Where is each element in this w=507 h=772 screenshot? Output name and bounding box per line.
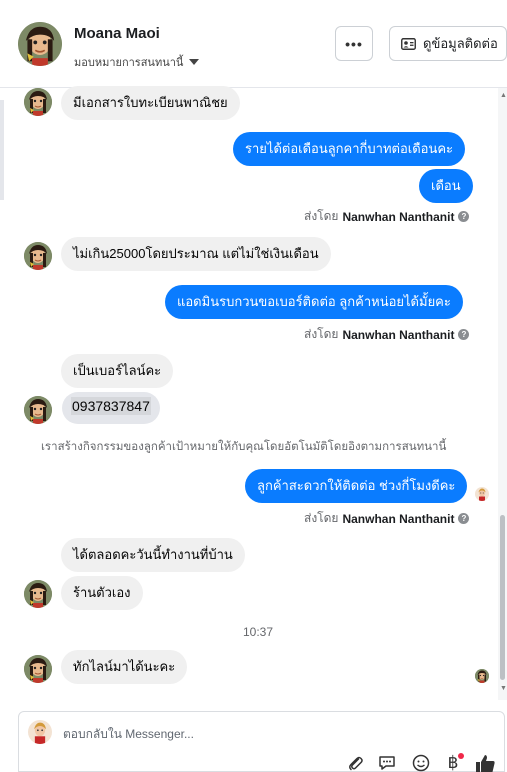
sent-by-label: ส่งโดย Nanwhan Nanthanit ? — [304, 207, 470, 226]
agent-name: Nanwhan Nanthanit — [342, 511, 455, 526]
agent-name: Nanwhan Nanthanit — [342, 327, 455, 342]
notification-dot — [458, 753, 464, 759]
incoming-message[interactable]: ทักไลน์มาได้นะคะ — [61, 650, 188, 684]
reply-composer: ฿ — [18, 711, 505, 772]
conversation-header: Moana Maoi มอบหมายการสนทนานี้ ••• ดูข้อม… — [0, 0, 507, 88]
sent-by-label: ส่งโดย Nanwhan Nanthanit ? — [304, 509, 470, 528]
view-contact-info-button[interactable]: ดูข้อมูลติดต่อ — [389, 26, 507, 61]
help-icon[interactable]: ? — [458, 513, 470, 524]
contact-card-icon — [401, 37, 416, 50]
more-options-button[interactable]: ••• — [335, 26, 373, 61]
emoji-icon[interactable] — [410, 753, 432, 772]
incoming-message[interactable]: ได้ตลอดคะวันนี้ทำงานที่บ้าน — [61, 538, 245, 572]
outgoing-message[interactable]: แอดมินรบกวนขอเบอร์ติดต่อ ลูกค้าหน่อยได้ม… — [165, 285, 463, 319]
customer-avatar — [24, 580, 52, 608]
scrollbar-thumb[interactable] — [500, 515, 505, 680]
phone-number[interactable]: 0937837847 — [71, 397, 151, 415]
incoming-message[interactable]: ร้านตัวเอง — [61, 576, 143, 610]
assign-conversation-dropdown[interactable]: มอบหมายการสนทนานี้ — [74, 53, 200, 71]
help-icon[interactable]: ? — [458, 211, 470, 222]
customer-avatar — [24, 655, 52, 683]
assign-label: มอบหมายการสนทนานี้ — [74, 57, 184, 69]
thumbs-up-icon[interactable] — [474, 753, 496, 772]
customer-avatar — [24, 88, 52, 116]
outgoing-message[interactable]: ลูกค้าสะดวกให้ติดต่อ ช่วงกี่โมงดีคะ — [245, 469, 468, 503]
agent-name: Nanwhan Nanthanit — [342, 209, 455, 224]
seen-avatar — [475, 669, 489, 683]
customer-avatar — [24, 242, 52, 270]
scroll-down-arrow-icon[interactable]: ▼ — [500, 685, 507, 692]
view-contact-info-label: ดูข้อมูลติดต่อ — [423, 36, 498, 51]
more-options-icon: ••• — [345, 35, 363, 52]
contact-avatar[interactable] — [18, 22, 62, 66]
scroll-up-arrow-icon[interactable]: ▲ — [500, 92, 507, 99]
incoming-message[interactable]: ไม่เกิน25000โดยประมาณ แต่ไม่ใช่เงินเดือน — [61, 237, 331, 271]
paperclip-icon[interactable] — [344, 753, 366, 772]
incoming-message[interactable]: เป็นเบอร์ไลน์คะ — [61, 354, 174, 388]
phone-number-message[interactable]: 0937837847 — [62, 392, 160, 424]
panel-edge — [0, 100, 4, 200]
sent-by-label: ส่งโดย Nanwhan Nanthanit ? — [304, 325, 470, 344]
message-timestamp: 10:37 — [243, 625, 274, 639]
system-note: เราสร้างกิจกรรมของลูกค้าเป้าหมายให้กับคุ… — [41, 441, 447, 453]
customer-avatar — [24, 396, 52, 424]
caret-down-icon — [189, 59, 200, 65]
outgoing-message[interactable]: รายได้ต่อเดือนลูกคากี่บาทต่อเดือนคะ — [233, 132, 466, 166]
saved-reply-icon[interactable] — [376, 753, 398, 772]
incoming-message[interactable]: มีเอกสารใบทะเบียนพาณิชย — [61, 86, 240, 120]
help-icon[interactable]: ? — [458, 329, 470, 340]
read-receipt-avatar — [475, 487, 489, 501]
agent-avatar — [28, 720, 52, 744]
outgoing-message[interactable]: เดือน — [419, 169, 473, 203]
reply-input[interactable] — [63, 727, 363, 741]
contact-name[interactable]: Moana Maoi — [74, 25, 160, 42]
